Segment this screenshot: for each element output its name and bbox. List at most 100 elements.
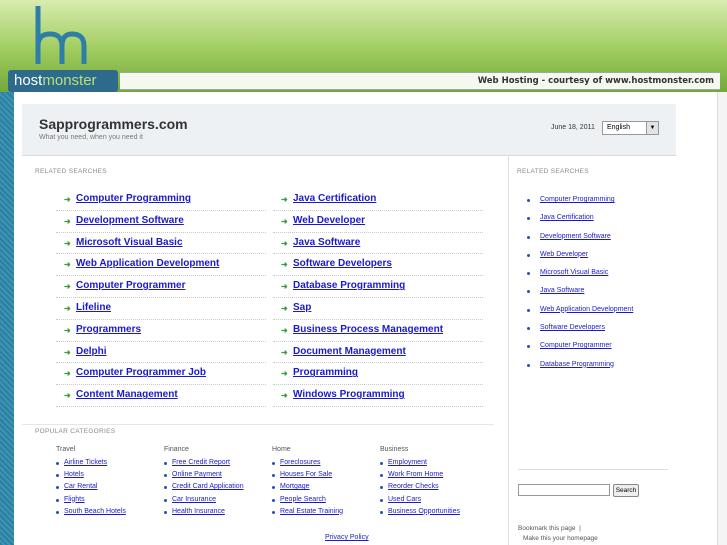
side-search-link[interactable]: Web Developer <box>540 251 588 258</box>
related-search-link[interactable]: Java Certification <box>293 193 376 204</box>
category-link[interactable]: Airline Tickets <box>64 459 107 466</box>
related-search-link[interactable]: Computer Programming <box>76 193 191 204</box>
chevron-down-icon[interactable]: ▼ <box>646 122 658 134</box>
side-search-link[interactable]: Database Programming <box>540 361 614 368</box>
related-search-link[interactable]: Microsoft Visual Basic <box>76 237 183 248</box>
related-search-link[interactable]: Java Software <box>293 237 360 248</box>
language-value: English <box>607 124 630 131</box>
related-search-link[interactable]: Programmers <box>76 324 141 335</box>
category-link[interactable]: South Beach Hotels <box>64 508 126 515</box>
side-search-link[interactable]: Software Developers <box>540 324 605 331</box>
search-button[interactable]: Search <box>613 484 639 497</box>
category-item: Hotels <box>56 470 84 482</box>
side-search-link[interactable]: Java Software <box>540 287 584 294</box>
bullet-icon <box>380 510 383 514</box>
related-search-item: ➜ Content Management <box>56 385 266 407</box>
privacy-policy-link[interactable]: Privacy Policy <box>325 534 369 541</box>
hosting-banner[interactable]: Web Hosting - courtesy of www.hostmonste… <box>120 72 720 90</box>
category-link[interactable]: Employment <box>388 459 427 466</box>
left-decorative-bar <box>0 92 14 545</box>
related-search-link[interactable]: Computer Programmer <box>76 280 185 291</box>
category-column: Home Foreclosures Houses For Sale Mortgage P… <box>272 446 343 519</box>
related-search-item: ➜ Programmers <box>56 320 266 342</box>
related-search-link[interactable]: Delphi <box>76 346 107 357</box>
category-link[interactable]: Car Rental <box>64 483 97 490</box>
category-heading: Business <box>380 446 409 453</box>
related-search-item: ➜ Windows Programming <box>273 385 483 407</box>
category-link[interactable]: Used Cars <box>388 496 421 503</box>
category-item: Foreclosures <box>272 458 320 470</box>
related-search-link[interactable]: Business Process Management <box>293 324 443 335</box>
bullet-icon <box>527 253 530 257</box>
category-link[interactable]: People Search <box>280 496 326 503</box>
bullet-icon <box>527 235 530 239</box>
related-search-link[interactable]: Lifeline <box>76 302 111 313</box>
side-search-link[interactable]: Development Software <box>540 233 611 240</box>
side-search-link[interactable]: Microsoft Visual Basic <box>540 269 608 276</box>
category-link[interactable]: Free Credit Report <box>172 459 230 466</box>
related-search-link[interactable]: Software Developers <box>293 258 392 269</box>
right-scrollbar[interactable] <box>717 92 727 545</box>
side-search-link[interactable]: Web Application Development <box>540 306 633 313</box>
bullet-icon <box>56 462 59 465</box>
hostmonster-logo[interactable]: hostmonster <box>8 70 118 92</box>
category-link[interactable]: Foreclosures <box>280 459 320 466</box>
bullet-icon <box>527 327 530 331</box>
side-search-link[interactable]: Java Certification <box>540 214 594 221</box>
category-item: Business Opportunities <box>380 507 460 519</box>
related-search-item: ➜ Web Developer <box>273 211 483 233</box>
arrow-icon: ➜ <box>64 216 71 226</box>
related-search-link[interactable]: Content Management <box>76 389 178 400</box>
category-link[interactable]: Flights <box>64 496 85 503</box>
category-item: Free Credit Report <box>164 458 230 470</box>
related-search-item: ➜ Programming <box>273 363 483 386</box>
bullet-icon <box>56 510 59 514</box>
category-link[interactable]: Car Insurance <box>172 496 216 503</box>
bullet-icon <box>380 474 383 478</box>
category-link[interactable]: Online Payment <box>172 471 222 478</box>
search-input[interactable] <box>518 484 610 496</box>
category-item: Credit Card Application <box>164 482 244 494</box>
related-search-link[interactable]: Document Management <box>293 346 406 357</box>
related-search-link[interactable]: Development Software <box>76 215 184 226</box>
category-link[interactable]: Hotels <box>64 471 84 478</box>
category-link[interactable]: Mortgage <box>280 483 310 490</box>
category-item: Car Rental <box>56 482 97 494</box>
right-panel: RELATED SEARCHES Computer Programming Jav… <box>508 156 676 545</box>
bullet-icon <box>380 462 383 465</box>
bookmark-link[interactable]: Bookmark this page | <box>518 525 581 532</box>
related-search-item: ➜ Computer Programmer Job <box>56 363 266 386</box>
related-search-item: ➜ Web Application Development <box>56 254 266 277</box>
arrow-icon: ➜ <box>64 347 71 357</box>
arrow-icon: ➜ <box>64 260 71 270</box>
arrow-icon: ➜ <box>64 369 71 379</box>
arrow-icon: ➜ <box>281 303 288 313</box>
related-search-link[interactable]: Programming <box>293 367 358 378</box>
arrow-icon: ➜ <box>64 325 71 335</box>
related-search-link[interactable]: Computer Programmer Job <box>76 367 206 378</box>
arrow-icon: ➜ <box>64 391 71 401</box>
category-link[interactable]: Business Opportunities <box>388 508 460 515</box>
side-search-link[interactable]: Computer Programmer <box>540 342 612 349</box>
related-search-link[interactable]: Database Programming <box>293 280 405 291</box>
side-search-link[interactable]: Computer Programming <box>540 196 615 203</box>
bullet-icon <box>56 486 59 490</box>
bullet-icon <box>527 217 530 221</box>
related-search-link[interactable]: Web Application Development <box>76 258 219 269</box>
homepage-link[interactable]: Make this your homepage <box>523 535 598 542</box>
category-link[interactable]: Real Estate Training <box>280 508 343 515</box>
bullet-icon <box>272 462 275 465</box>
category-link[interactable]: Credit Card Application <box>172 483 244 490</box>
language-select[interactable]: English ▼ <box>602 121 659 135</box>
related-search-link[interactable]: Sap <box>293 302 311 313</box>
category-link[interactable]: Reorder Checks <box>388 483 439 490</box>
related-searches-right-label: RELATED SEARCHES <box>517 168 589 175</box>
category-link[interactable]: Houses For Sale <box>280 471 332 478</box>
related-search-item: ➜ Lifeline <box>56 298 266 320</box>
category-link[interactable]: Health Insurance <box>172 508 225 515</box>
bullet-icon <box>164 486 167 490</box>
related-search-link[interactable]: Web Developer <box>293 215 365 226</box>
category-link[interactable]: Work From Home <box>388 471 443 478</box>
related-search-link[interactable]: Windows Programming <box>293 389 405 400</box>
category-item: Online Payment <box>164 470 222 482</box>
